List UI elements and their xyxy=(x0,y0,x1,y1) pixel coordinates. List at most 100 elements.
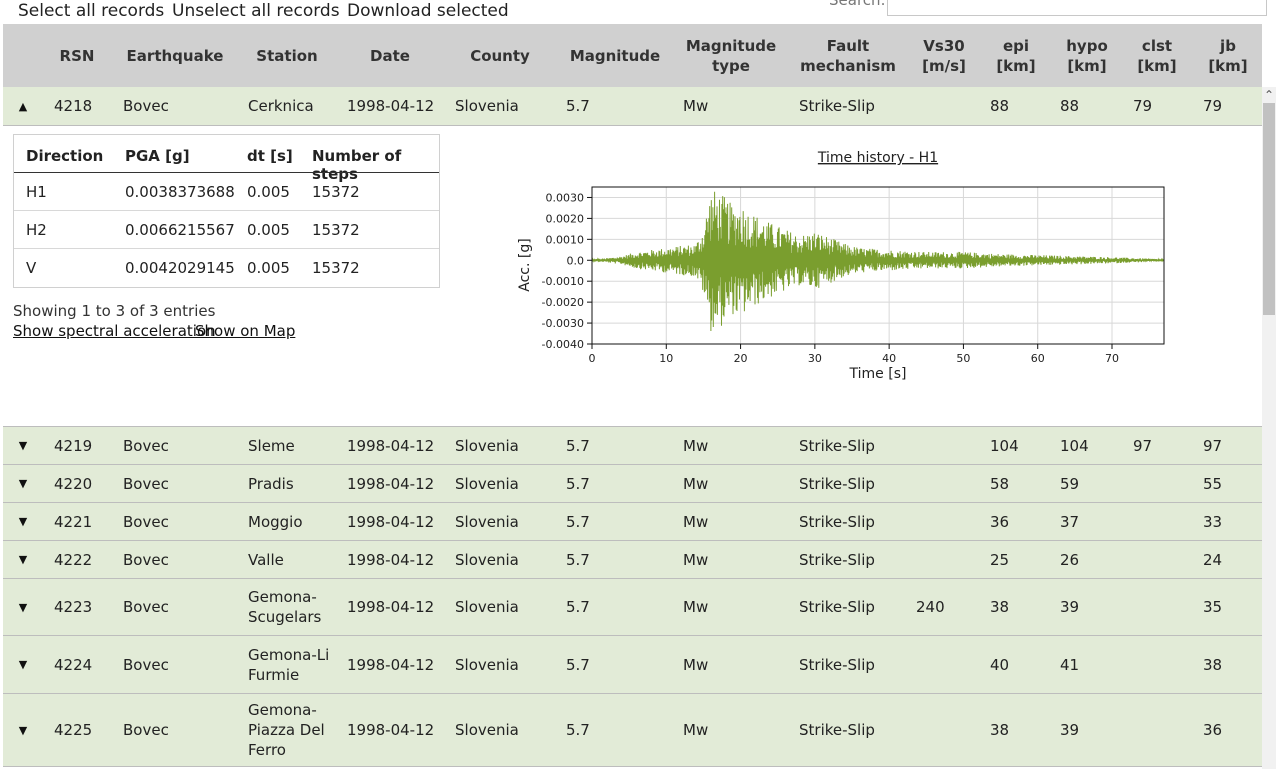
cell-station: Pradis xyxy=(248,474,294,493)
cell-county: Slovenia xyxy=(455,512,519,531)
x-tick-label: 70 xyxy=(1105,352,1119,365)
cell-date: 1998-04-12 xyxy=(347,550,435,569)
direction-row[interactable]: H2 0.0066215567 0.005 15372 xyxy=(14,210,439,249)
direction-header[interactable]: Direction xyxy=(26,147,103,165)
y-axis-label: Acc. [g] xyxy=(517,238,533,291)
direction-row[interactable]: V 0.0042029145 0.005 15372 xyxy=(14,248,439,287)
cell-hypo: 26 xyxy=(1060,550,1080,569)
cell-fault-mechanism: Strike-Slip xyxy=(799,474,875,493)
collapse-arrow-icon[interactable]: ▲ xyxy=(16,87,30,125)
cell-jb: 97 xyxy=(1203,436,1223,455)
column-header-earthquake[interactable]: Earthquake xyxy=(125,24,225,87)
table-row[interactable]: ▼ 4219 Bovec Sleme 1998-04-12 Slovenia 5.7 Mw St… xyxy=(3,427,1262,465)
cell-jb: 33 xyxy=(1203,512,1223,531)
x-tick-label: 10 xyxy=(659,352,673,365)
table-row[interactable]: ▼ 4224 Bovec Gemona-Li Furmie 1998-04-12 Slove… xyxy=(3,636,1262,694)
cell-station: Gemona- Piazza Del Ferro xyxy=(248,694,325,766)
station-line: Gemona-Li xyxy=(248,645,330,664)
pga-header[interactable]: PGA [g] xyxy=(125,147,190,165)
station-line: Furmie xyxy=(248,665,300,684)
column-header-epi[interactable]: epi [km] xyxy=(989,24,1043,87)
search-label: Search: xyxy=(829,0,886,9)
cell-magnitude: 5.7 xyxy=(566,721,590,739)
station-line: Piazza Del xyxy=(248,721,325,739)
expand-arrow-icon[interactable]: ▼ xyxy=(16,636,30,693)
direction-table: Direction PGA [g] dt [s] Number of steps… xyxy=(13,134,440,288)
column-header-station[interactable]: Station xyxy=(247,24,327,87)
x-tick-label: 20 xyxy=(734,352,748,365)
cell-hypo: 104 xyxy=(1060,436,1089,455)
table-row[interactable]: ▼ 4221 Bovec Moggio 1998-04-12 Slovenia 5.7 Mw S… xyxy=(3,503,1262,541)
cell-county: Slovenia xyxy=(455,550,519,569)
scroll-up-arrow-icon[interactable]: ⌃ xyxy=(1262,88,1276,102)
column-header-hypo[interactable]: hypo [km] xyxy=(1057,24,1117,87)
column-header-rsn[interactable]: RSN xyxy=(47,24,107,87)
cell-date: 1998-04-12 xyxy=(347,655,435,674)
direction-row[interactable]: H1 0.0038373688 0.005 15372 xyxy=(14,172,439,211)
cell-magnitude: 5.7 xyxy=(566,550,590,569)
cell-earthquake: Bovec xyxy=(123,512,169,531)
cell-earthquake: Bovec xyxy=(123,721,169,739)
table-row-expanded[interactable]: ▲ 4218 Bovec Cerknica 1998-04-12 Sloveni… xyxy=(3,87,1262,126)
pga-cell: 0.0042029145 xyxy=(125,259,235,277)
column-header-fault-mechanism[interactable]: Fault mechanism xyxy=(795,24,901,87)
x-axis-label: Time [s] xyxy=(849,366,907,382)
cell-magnitude: 5.7 xyxy=(566,97,590,115)
cell-magnitude-type: Mw xyxy=(683,474,709,493)
cell-epi: 38 xyxy=(990,598,1010,616)
dt-cell: 0.005 xyxy=(247,183,290,201)
table-row[interactable]: ▼ 4220 Bovec Pradis 1998-04-12 Slovenia 5.7 Mw S… xyxy=(3,465,1262,503)
show-spectral-acceleration-link[interactable]: Show spectral acceleration xyxy=(13,322,216,340)
cell-epi: 58 xyxy=(990,474,1010,493)
station-line: Gemona- xyxy=(248,701,317,719)
dt-cell: 0.005 xyxy=(247,221,290,239)
expand-arrow-icon[interactable]: ▼ xyxy=(16,579,30,635)
column-header-jb[interactable]: jb [km] xyxy=(1201,24,1255,87)
cell-rsn: 4220 xyxy=(54,474,93,493)
cell-hypo: 41 xyxy=(1060,655,1080,674)
show-on-map-link[interactable]: Show on Map xyxy=(195,322,295,340)
y-tick-label: 0.0010 xyxy=(546,233,585,246)
search-input[interactable] xyxy=(887,0,1267,16)
dt-header[interactable]: dt [s] xyxy=(247,147,293,165)
column-header-magnitude[interactable]: Magnitude xyxy=(565,24,665,87)
column-header-date[interactable]: Date xyxy=(347,24,433,87)
table-row[interactable]: ▼ 4222 Bovec Valle 1998-04-12 Slovenia 5.7 Mw St… xyxy=(3,541,1262,579)
cell-fault-mechanism: Strike-Slip xyxy=(799,512,875,531)
y-tick-label: -0.0010 xyxy=(542,275,584,288)
column-header-vs30[interactable]: Vs30 [m/s] xyxy=(911,24,977,87)
cell-earthquake: Bovec xyxy=(123,97,169,115)
download-selected-button[interactable]: Download selected xyxy=(347,1,509,21)
cell-rsn: 4218 xyxy=(54,97,93,115)
cell-magnitude: 5.7 xyxy=(566,655,590,674)
table-header: RSN Earthquake Station Date County Magni… xyxy=(3,24,1262,88)
station-line: Scugelars xyxy=(248,608,322,626)
expand-arrow-icon[interactable]: ▼ xyxy=(16,503,30,540)
time-history-chart: Time history - H1 0.0030 0.0020 0.0010 0.0 -… xyxy=(517,150,1165,382)
cell-epi: 40 xyxy=(990,655,1010,674)
scrollbar-thumb[interactable] xyxy=(1263,103,1275,315)
expand-arrow-icon[interactable]: ▼ xyxy=(16,465,30,502)
x-tick-label: 50 xyxy=(956,352,970,365)
cell-fault-mechanism: Strike-Slip xyxy=(799,598,875,616)
table-row[interactable]: ▼ 4223 Bovec Gemona- Scugelars 1998-04-12 Slov… xyxy=(3,579,1262,636)
entries-info: Showing 1 to 3 of 3 entries xyxy=(13,302,216,320)
unselect-all-button[interactable]: Unselect all records xyxy=(172,1,340,21)
table-row[interactable]: ▼ 4225 Bovec Gemona- Piazza Del Ferro 1998-04-… xyxy=(3,694,1262,767)
dt-cell: 0.005 xyxy=(247,259,290,277)
expand-arrow-icon[interactable]: ▼ xyxy=(16,694,30,766)
column-header-magnitude-type[interactable]: Magnitude type xyxy=(681,24,781,87)
cell-epi: 88 xyxy=(990,97,1010,115)
cell-clst: 79 xyxy=(1133,97,1153,115)
cell-earthquake: Bovec xyxy=(123,655,169,674)
expand-arrow-icon[interactable]: ▼ xyxy=(16,541,30,578)
expand-arrow-icon[interactable]: ▼ xyxy=(16,427,30,464)
select-all-button[interactable]: Select all records xyxy=(18,1,164,21)
cell-fault-mechanism: Strike-Slip xyxy=(799,550,875,569)
cell-magnitude: 5.7 xyxy=(566,436,590,455)
column-header-clst[interactable]: clst [km] xyxy=(1129,24,1185,87)
cell-date: 1998-04-12 xyxy=(347,598,435,616)
column-header-county[interactable]: County xyxy=(455,24,545,87)
x-axis: 0 10 20 30 40 50 60 70 xyxy=(589,344,1119,365)
cell-magnitude-type: Mw xyxy=(683,550,709,569)
